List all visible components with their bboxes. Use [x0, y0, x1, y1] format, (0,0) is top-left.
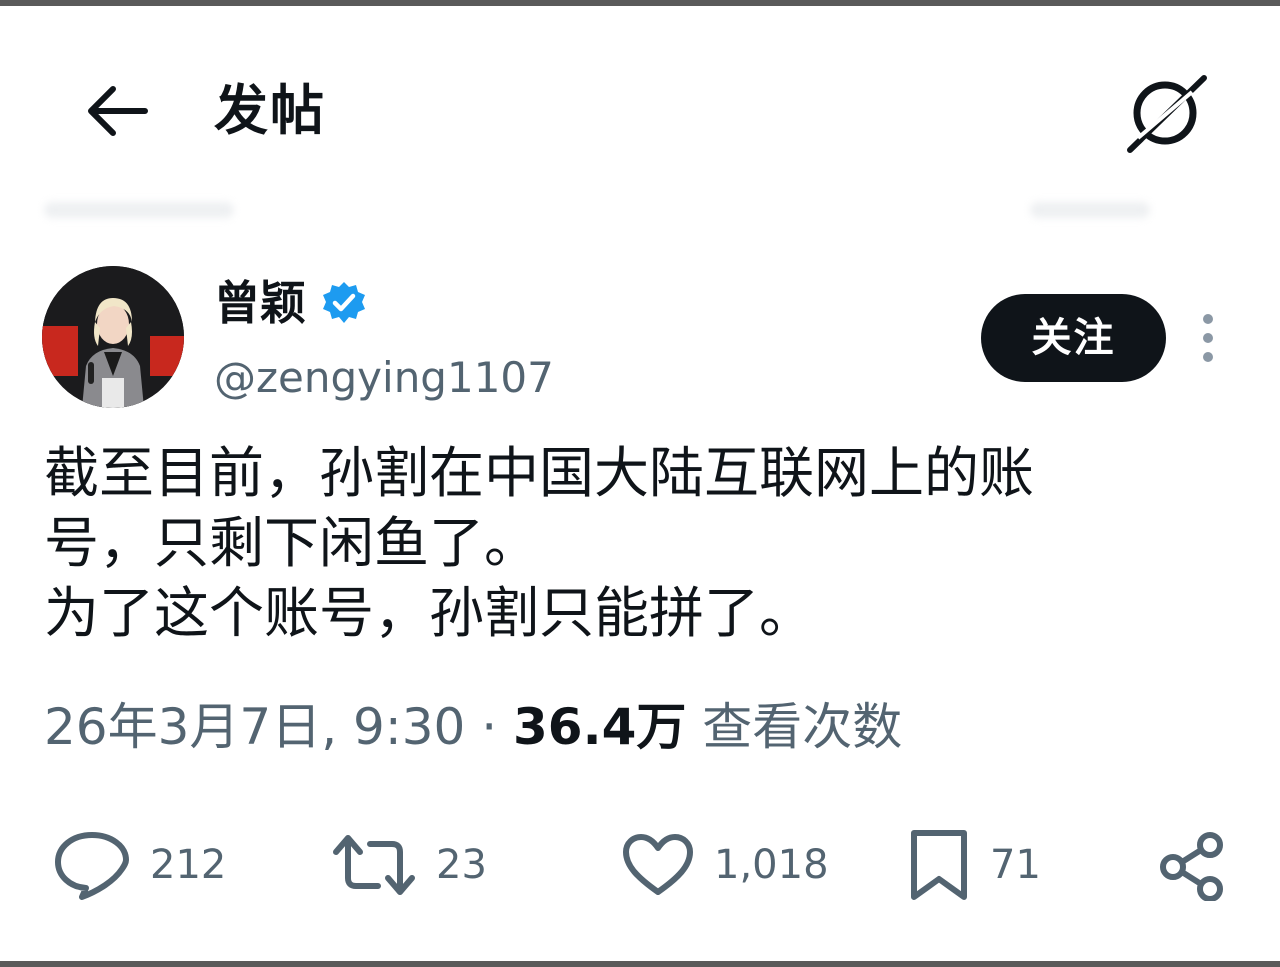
- repost-count: 23: [436, 842, 487, 888]
- reply-icon: [52, 829, 132, 901]
- tweet-meta: 26年3月7日, 9:30 · 36.4万 查看次数: [44, 692, 902, 762]
- post-detail-screen: 发帖 曾颖 @zengying1107 关注 截至目前，孙割在中国大陆互联网上的…: [0, 0, 1280, 967]
- timestamp[interactable]: 26年3月7日, 9:30: [44, 698, 465, 756]
- reply-button[interactable]: 212: [52, 820, 226, 910]
- blurred-divider-right: [1030, 202, 1150, 218]
- action-bar: 212 23 1,018 71: [0, 820, 1280, 910]
- back-button[interactable]: [76, 76, 156, 146]
- heart-icon: [620, 832, 696, 898]
- bookmark-icon: [906, 827, 972, 903]
- arrow-left-icon: [83, 83, 149, 139]
- verified-badge-icon: [320, 279, 368, 327]
- grok-button[interactable]: [1118, 66, 1212, 160]
- meta-separator: ·: [465, 698, 514, 756]
- author-name-row: 曾颖: [214, 270, 368, 336]
- share-icon: [1156, 829, 1228, 901]
- more-dot-icon: [1203, 314, 1213, 324]
- tweet-line: 截至目前，孙割在中国大陆互联网上的账: [44, 441, 1035, 505]
- follow-button[interactable]: 关注: [981, 294, 1166, 382]
- top-bar: 发帖: [0, 60, 1280, 170]
- page-title: 发帖: [214, 79, 326, 142]
- reply-count: 212: [150, 842, 227, 888]
- blurred-divider-left: [44, 202, 234, 218]
- views-count: 36.4万: [513, 698, 687, 756]
- author-handle[interactable]: @zengying1107: [214, 348, 554, 408]
- top-border: [0, 0, 1280, 6]
- like-count: 1,018: [714, 842, 829, 888]
- like-button[interactable]: 1,018: [620, 820, 829, 910]
- more-dot-icon: [1203, 352, 1213, 362]
- bookmark-button[interactable]: 71: [906, 820, 1041, 910]
- avatar-image: [42, 266, 184, 408]
- tweet-text: 截至目前，孙割在中国大陆互联网上的账 号，只剩下闲鱼了。 为了这个账号，孙割只能…: [44, 438, 1234, 648]
- more-dot-icon: [1203, 333, 1213, 343]
- views-label: 查看次数: [686, 698, 903, 756]
- more-options-button[interactable]: [1186, 308, 1230, 368]
- tweet-line: 为了这个账号，孙割只能拼了。: [44, 581, 815, 645]
- repost-icon: [330, 832, 418, 898]
- share-button[interactable]: [1156, 820, 1228, 910]
- bottom-border: [0, 961, 1280, 967]
- author-name[interactable]: 曾颖: [214, 270, 306, 336]
- bookmark-count: 71: [990, 842, 1041, 888]
- grok-icon: [1122, 70, 1208, 156]
- avatar[interactable]: [42, 266, 184, 408]
- tweet-line: 号，只剩下闲鱼了。: [44, 511, 540, 575]
- repost-button[interactable]: 23: [330, 820, 487, 910]
